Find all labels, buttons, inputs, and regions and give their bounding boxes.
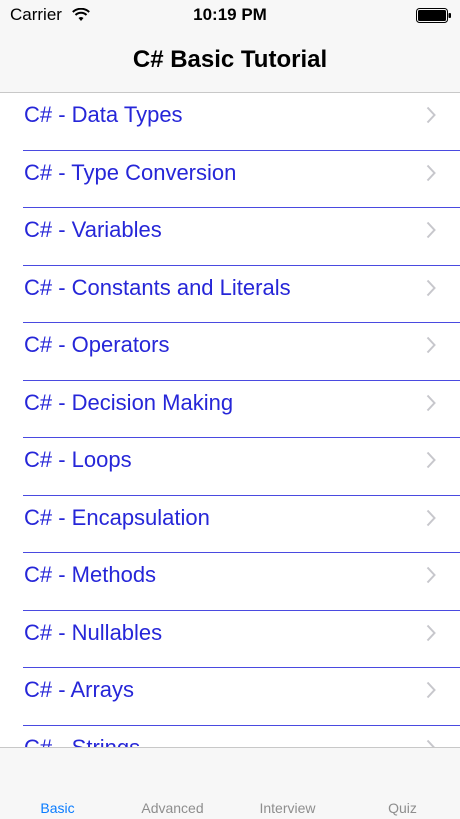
- list-item[interactable]: C# - Decision Making: [0, 381, 460, 439]
- list-item-label: C# - Operators: [24, 332, 170, 357]
- tab-advanced[interactable]: Advanced: [115, 800, 230, 816]
- status-time: 10:19 PM: [193, 5, 267, 24]
- chevron-right-icon: [426, 624, 436, 641]
- chevron-right-icon: [426, 739, 436, 747]
- chevron-right-icon: [426, 566, 436, 584]
- list-item-label: C# - Strings: [24, 734, 141, 748]
- list-item-label: C# - Encapsulation: [24, 504, 210, 530]
- list-item-label: C# - Loops: [24, 447, 132, 472]
- list-item[interactable]: C# - Arrays: [0, 668, 460, 726]
- chevron-right-icon: [426, 394, 436, 411]
- chevron-right-icon: [426, 221, 436, 239]
- list-item[interactable]: C# - Variables: [0, 208, 460, 266]
- chevron-right-icon: [426, 279, 436, 296]
- list-item[interactable]: C# - Data Types: [0, 93, 460, 151]
- list-item-label: C# - Variables: [24, 217, 162, 242]
- list-item[interactable]: C# - Operators: [0, 323, 460, 381]
- list-item-label: C# - Decision Making: [24, 389, 234, 415]
- navigation-bar: C# Basic Tutorial: [0, 30, 460, 93]
- list-item[interactable]: C# - Loops: [0, 438, 460, 496]
- list-item-label: C# - Constants and Literals: [24, 274, 291, 300]
- tab-bar: Basic Advanced Interview Quiz: [0, 747, 460, 819]
- battery-icon: [416, 8, 451, 23]
- list-item-label: C# - Arrays: [24, 677, 135, 702]
- status-bar: Carrier 10:19 PM: [0, 0, 460, 30]
- list-item[interactable]: C# - Methods: [0, 553, 460, 611]
- list-item[interactable]: C# - Constants and Literals: [0, 266, 460, 324]
- list-item[interactable]: C# - Nullables: [0, 611, 460, 669]
- list-item-label: C# - Methods: [24, 562, 157, 587]
- list-item[interactable]: C# - Type Conversion: [0, 151, 460, 209]
- chevron-right-icon: [426, 509, 436, 526]
- list-item[interactable]: C# - Strings: [0, 726, 460, 748]
- chevron-right-icon: [426, 106, 436, 124]
- page-title: C# Basic Tutorial: [132, 46, 328, 73]
- chevron-right-icon: [426, 451, 436, 469]
- tab-quiz[interactable]: Quiz: [345, 800, 460, 816]
- chevron-right-icon: [426, 681, 436, 699]
- chevron-right-icon: [426, 336, 436, 354]
- tab-basic[interactable]: Basic: [0, 800, 115, 816]
- list-item-label: C# - Nullables: [24, 619, 163, 645]
- list-item-label: C# - Data Types: [24, 102, 183, 127]
- tab-interview[interactable]: Interview: [230, 800, 345, 816]
- tutorial-list[interactable]: C# - Data Types C# - Type Conversion C# …: [0, 93, 460, 747]
- list-item-label: C# - Type Conversion: [24, 159, 237, 185]
- chevron-right-icon: [426, 164, 436, 181]
- list-item[interactable]: C# - Encapsulation: [0, 496, 460, 554]
